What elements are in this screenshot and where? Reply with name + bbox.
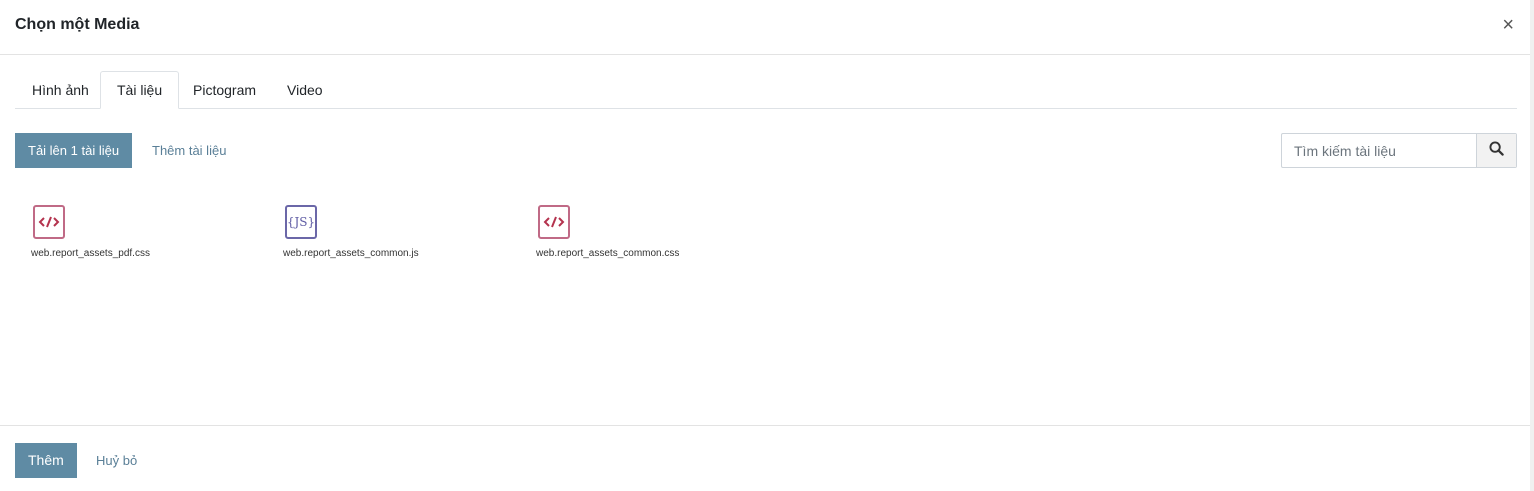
dialog-header: Chọn một Media × [0,0,1530,55]
add-document-link[interactable]: Thêm tài liệu [152,143,226,158]
file-item[interactable]: web.report_assets_common.css [536,205,679,259]
file-item[interactable]: web.report_assets_pdf.css [31,205,150,259]
file-item[interactable]: {JS} web.report_assets_common.js [283,205,419,259]
dialog-title: Chọn một Media [15,16,140,33]
search-icon [1489,140,1504,161]
js-file-icon: {JS} [285,205,317,239]
code-file-icon [33,205,65,239]
media-dialog: Chọn một Media × Hình ảnh Tài liệu Picto… [0,0,1534,491]
tab-documents[interactable]: Tài liệu [100,71,180,109]
add-button[interactable]: Thêm [15,443,77,478]
cancel-button[interactable]: Huỷ bỏ [96,453,137,468]
close-icon[interactable]: × [1502,14,1514,36]
file-name: web.report_assets_common.css [536,248,680,259]
search-box [1281,133,1517,168]
file-name: web.report_assets_pdf.css [31,248,150,259]
tab-images[interactable]: Hình ảnh [15,71,106,109]
search-input[interactable] [1282,134,1477,167]
scrollbar[interactable] [1530,0,1534,491]
code-file-icon [538,205,570,239]
search-button[interactable] [1476,134,1516,167]
tab-pictogram[interactable]: Pictogram [176,71,273,109]
upload-document-button[interactable]: Tải lên 1 tài liệu [15,133,133,168]
dialog-footer: Thêm Huỷ bỏ [0,425,1530,491]
file-name: web.report_assets_common.js [283,248,419,259]
media-tabs: Hình ảnh Tài liệu Pictogram Video [15,71,1517,109]
tab-video[interactable]: Video [270,71,340,109]
